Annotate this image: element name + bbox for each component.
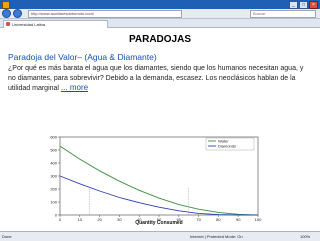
- y-tick-label: 500: [50, 148, 57, 153]
- y-tick-label: 200: [50, 187, 57, 192]
- x-tick-label: 90: [236, 217, 241, 222]
- legend-label: Diamonds: [218, 144, 236, 149]
- y-tick-label: 100: [50, 200, 57, 205]
- page-favicon-icon: [6, 22, 10, 26]
- more-link[interactable]: ... more: [61, 83, 88, 92]
- tab-universidad-latina[interactable]: Universidad Latina: [3, 20, 108, 28]
- window-controls: _ □ ×: [289, 0, 318, 9]
- x-tick-label: 100: [255, 217, 262, 222]
- window-titlebar: _ □ ×: [0, 0, 320, 9]
- search-input[interactable]: Buscar: [250, 9, 316, 18]
- tab-label: Universidad Latina: [12, 22, 46, 27]
- y-tick-label: 300: [50, 174, 57, 179]
- browser-icon: [2, 0, 10, 9]
- y-tick-label: 600: [50, 135, 57, 140]
- minimize-button[interactable]: _: [289, 0, 298, 9]
- slide-body-text: ¿Por qué es más barata el agua que los d…: [8, 65, 304, 93]
- y-tick-label: 0: [55, 213, 58, 218]
- tab-bar: Universidad Latina: [0, 19, 320, 28]
- slide-subtitle: Paradoja del Valor– (Agua & Diamante): [8, 52, 157, 62]
- navigation-bar: http://www.auxiliaresdotomoto.com/ Busca…: [0, 9, 320, 19]
- back-button[interactable]: [2, 9, 11, 18]
- forward-button[interactable]: [13, 9, 22, 18]
- slide-title: PARADOJAS: [128, 34, 192, 45]
- address-bar[interactable]: http://www.auxiliaresdotomoto.com/: [28, 9, 182, 18]
- x-tick-label: 80: [216, 217, 221, 222]
- slide-body: ¿Por qué es más barata el agua que los d…: [8, 64, 313, 94]
- close-button[interactable]: ×: [309, 0, 318, 9]
- x-tick-label: 10: [78, 217, 83, 222]
- marginal-utility-chart: 01002003004005006000 10 20 30 40 50 60 70 80 90 10…: [50, 135, 262, 226]
- x-tick-label: 0: [59, 217, 62, 222]
- x-tick-label: 30: [117, 217, 122, 222]
- x-tick-label: 20: [97, 217, 102, 222]
- x-tick-label: 70: [196, 217, 201, 222]
- y-tick-label: 400: [50, 161, 57, 166]
- x-axis-label: Quantity Consumed: [135, 220, 183, 225]
- maximize-button[interactable]: □: [299, 0, 308, 9]
